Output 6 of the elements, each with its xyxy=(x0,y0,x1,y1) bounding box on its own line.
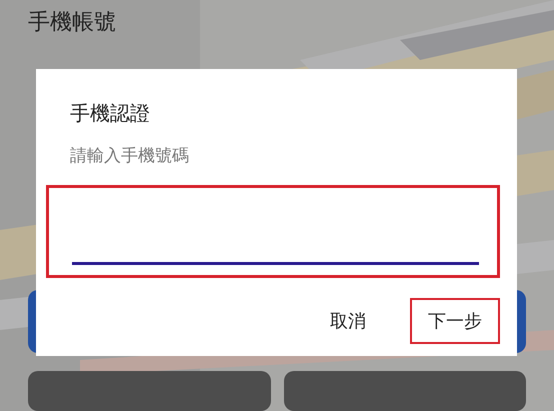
screen-title: 手機帳號 xyxy=(28,9,117,37)
dialog-button[interactable]: 下一步 xyxy=(410,298,500,344)
prompt-text: 請輸入手機號碼 xyxy=(70,145,190,168)
dialog-button[interactable]: 取消 xyxy=(308,298,388,344)
dialog-title: 手機認證 xyxy=(70,100,151,127)
input-field[interactable] xyxy=(46,185,500,278)
